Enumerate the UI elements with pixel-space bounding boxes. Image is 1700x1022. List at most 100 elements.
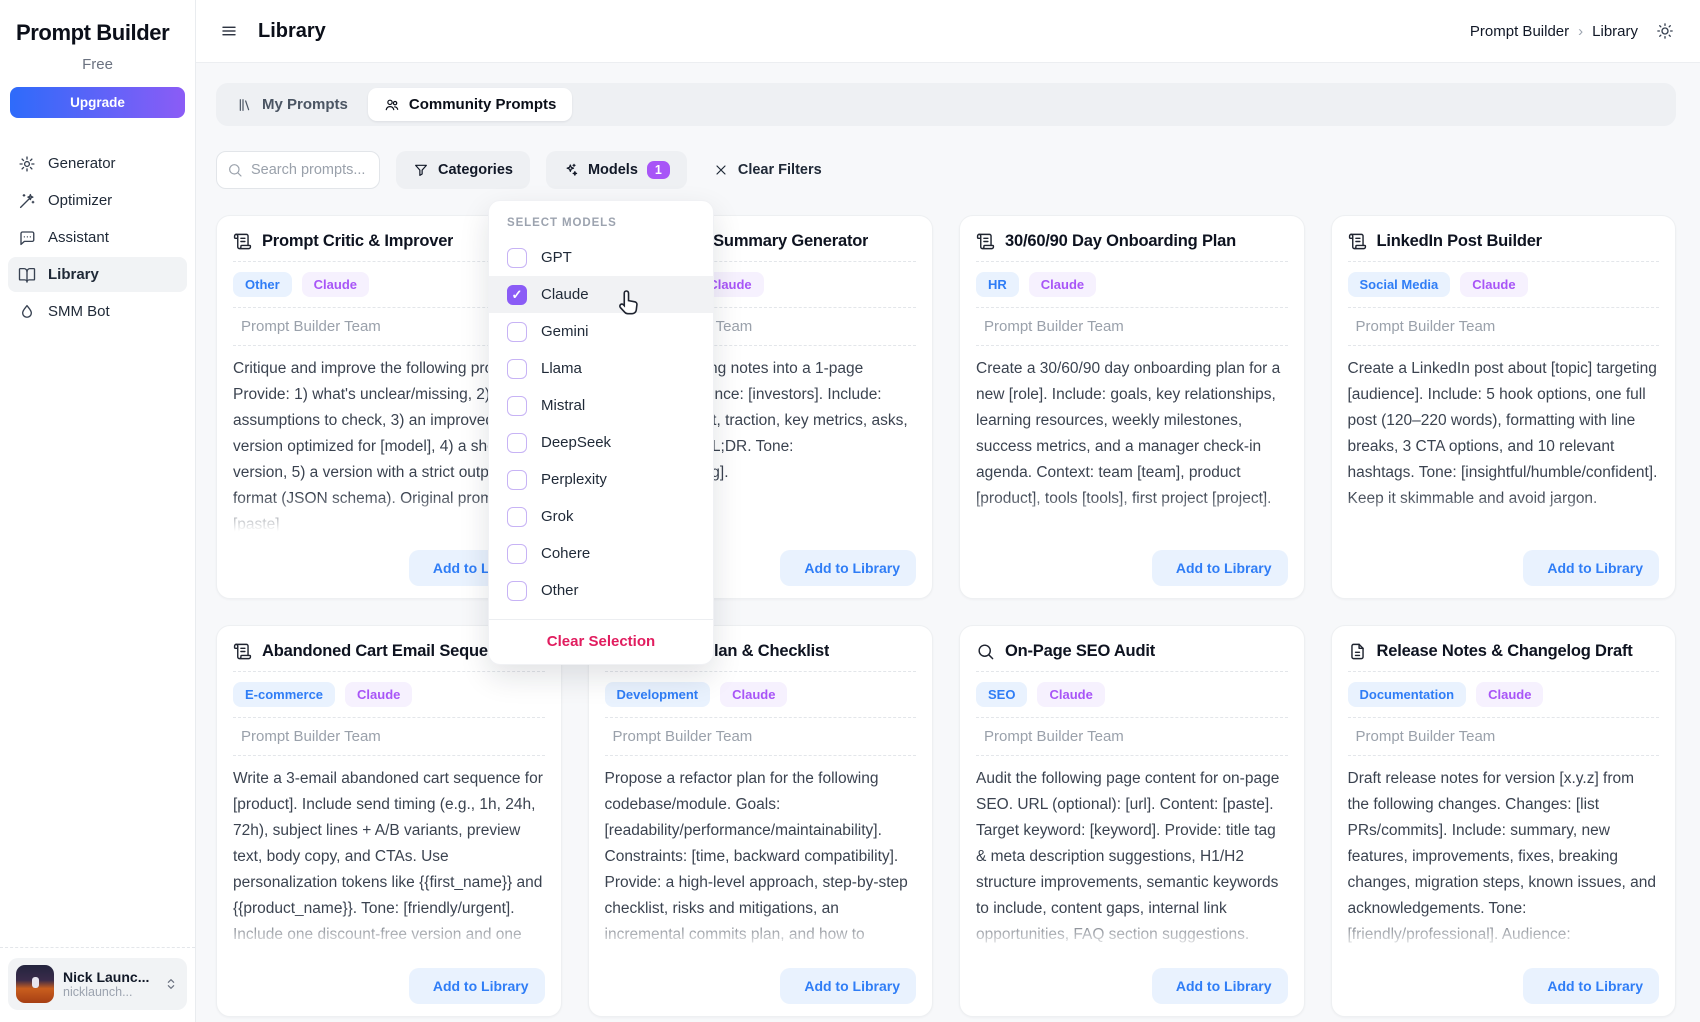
model-option-cohere[interactable]: Cohere	[489, 535, 713, 572]
clear-filters-button[interactable]: Clear Filters	[713, 162, 822, 178]
sidebar-item-generator[interactable]: Generator	[8, 146, 187, 181]
card-title: Prompt Critic & Improver	[262, 232, 453, 251]
prompt-card: 30/60/90 Day Onboarding Plan HRClaude Pr…	[959, 215, 1305, 599]
search-input[interactable]	[251, 162, 369, 178]
sidebar-item-optimizer[interactable]: Optimizer	[8, 183, 187, 218]
breadcrumb-item[interactable]: Library	[1592, 23, 1638, 40]
tag-claude: Claude	[302, 272, 369, 297]
prompt-card: LinkedIn Post Builder Social MediaClaude…	[1331, 215, 1677, 599]
sidebar-item-label: Optimizer	[48, 192, 112, 209]
add-to-library-button[interactable]: Add to Library	[780, 550, 916, 586]
model-option-label: Perplexity	[541, 471, 607, 488]
scroll-icon	[233, 642, 252, 661]
card-tags: Other Claude	[233, 272, 369, 297]
add-to-library-button[interactable]: Add to Library	[1152, 550, 1288, 586]
models-dropdown: SELECT MODELS GPT ✓ Claude Gemini Llama …	[488, 200, 714, 665]
checkbox[interactable]	[507, 433, 527, 453]
menu-icon[interactable]	[220, 22, 238, 40]
sidebar-item-assistant[interactable]: Assistant	[8, 220, 187, 255]
sidebar-item-library[interactable]: Library	[8, 257, 187, 292]
model-option-other[interactable]: Other	[489, 572, 713, 609]
checkbox[interactable]: ✓	[507, 285, 527, 305]
file-icon	[1348, 642, 1367, 661]
book-icon	[18, 266, 36, 284]
tag-hr: HR	[976, 272, 1019, 297]
search-icon	[976, 642, 995, 661]
categories-filter-button[interactable]: Categories	[396, 151, 530, 189]
prompt-card: Abandoned Cart Email Sequence E-commerce…	[216, 625, 562, 1017]
card-author-name: Prompt Builder Team	[1356, 318, 1496, 335]
prompt-card: Refactor Plan & Checklist DevelopmentCla…	[588, 625, 934, 1017]
close-icon	[713, 162, 729, 178]
models-count-badge: 1	[647, 161, 670, 180]
user-handle: nicklaunch...	[63, 985, 149, 999]
card-title: Abandoned Cart Email Sequence	[262, 642, 516, 661]
tab-community-prompts[interactable]: Community Prompts	[368, 88, 573, 121]
model-option-label: Cohere	[541, 545, 590, 562]
tag-development: Development	[605, 682, 711, 707]
add-to-library-button[interactable]: Add to Library	[1523, 968, 1659, 1004]
model-option-deepseek[interactable]: DeepSeek	[489, 424, 713, 461]
add-to-library-button[interactable]: Add to Library	[1152, 968, 1288, 1004]
prompt-card-grid: Prompt Critic & Improver Other Claude Pro…	[216, 215, 1676, 1017]
search-icon	[227, 162, 243, 178]
card-description: Draft release notes for version [x.y.z] …	[1348, 766, 1660, 956]
tag-social-media: Social Media	[1348, 272, 1451, 297]
filter-bar: Categories Models 1 Clear Filters	[216, 151, 1676, 189]
chevrons-up-down-icon	[163, 976, 179, 992]
checkbox[interactable]	[507, 470, 527, 490]
sidebar-menu: Generator Optimizer Assistant Library SM…	[0, 146, 195, 329]
tag-other: Other	[233, 272, 292, 297]
scroll-icon	[976, 232, 995, 251]
wand-icon	[18, 192, 36, 210]
tag-documentation: Documentation	[1348, 682, 1467, 707]
model-option-perplexity[interactable]: Perplexity	[489, 461, 713, 498]
tab-label: My Prompts	[262, 96, 348, 113]
card-tags: DevelopmentClaude	[605, 682, 788, 707]
models-filter-button[interactable]: Models 1	[546, 151, 687, 189]
checkbox[interactable]	[507, 248, 527, 268]
card-author-name: Prompt Builder Team	[1356, 728, 1496, 745]
breadcrumb-item[interactable]: Prompt Builder	[1470, 23, 1569, 40]
clear-selection-button[interactable]: Clear Selection	[489, 620, 713, 660]
card-author-name: Prompt Builder Team	[984, 728, 1124, 745]
model-option-gpt[interactable]: GPT	[489, 239, 713, 276]
model-option-label: Claude	[541, 286, 589, 303]
sidebar-item-smm-bot[interactable]: SMM Bot	[8, 294, 187, 329]
card-description: Propose a refactor plan for the followin…	[605, 766, 917, 956]
card-tags: HRClaude	[976, 272, 1096, 297]
sidebar-item-label: Assistant	[48, 229, 109, 246]
breadcrumb: Prompt Builder › Library	[1470, 23, 1638, 40]
checkbox[interactable]	[507, 544, 527, 564]
checkbox[interactable]	[507, 359, 527, 379]
checkbox[interactable]	[507, 322, 527, 342]
search-box[interactable]	[216, 151, 380, 189]
dropdown-title: SELECT MODELS	[489, 213, 713, 239]
chat-icon	[18, 229, 36, 247]
checkbox[interactable]	[507, 507, 527, 527]
card-title: Release Notes & Changelog Draft	[1377, 642, 1633, 661]
model-option-grok[interactable]: Grok	[489, 498, 713, 535]
upgrade-button[interactable]: Upgrade	[10, 87, 185, 118]
prompt-card: Release Notes & Changelog Draft Document…	[1331, 625, 1677, 1017]
checkbox[interactable]	[507, 396, 527, 416]
checkbox[interactable]	[507, 581, 527, 601]
theme-toggle-sun-icon[interactable]	[1656, 22, 1674, 40]
model-option-llama[interactable]: Llama	[489, 350, 713, 387]
add-to-library-button[interactable]: Add to Library	[1523, 550, 1659, 586]
app-logo: Prompt Builder	[0, 0, 195, 46]
chevron-right-icon: ›	[1578, 23, 1583, 40]
model-option-label: GPT	[541, 249, 572, 266]
add-to-library-button[interactable]: Add to Library	[780, 968, 916, 1004]
add-to-library-button[interactable]: Add to Library	[409, 968, 545, 1004]
model-option-label: Mistral	[541, 397, 585, 414]
header: Library Prompt Builder › Library	[196, 0, 1700, 63]
tab-my-prompts[interactable]: My Prompts	[221, 88, 364, 121]
model-option-gemini[interactable]: Gemini	[489, 313, 713, 350]
user-card[interactable]: Nick Launc... nicklaunch...	[8, 958, 187, 1010]
plan-label: Free	[0, 56, 195, 73]
card-author-name: Prompt Builder Team	[984, 318, 1124, 335]
model-option-mistral[interactable]: Mistral	[489, 387, 713, 424]
model-option-claude[interactable]: ✓ Claude	[489, 276, 713, 313]
sidebar-item-label: SMM Bot	[48, 303, 110, 320]
